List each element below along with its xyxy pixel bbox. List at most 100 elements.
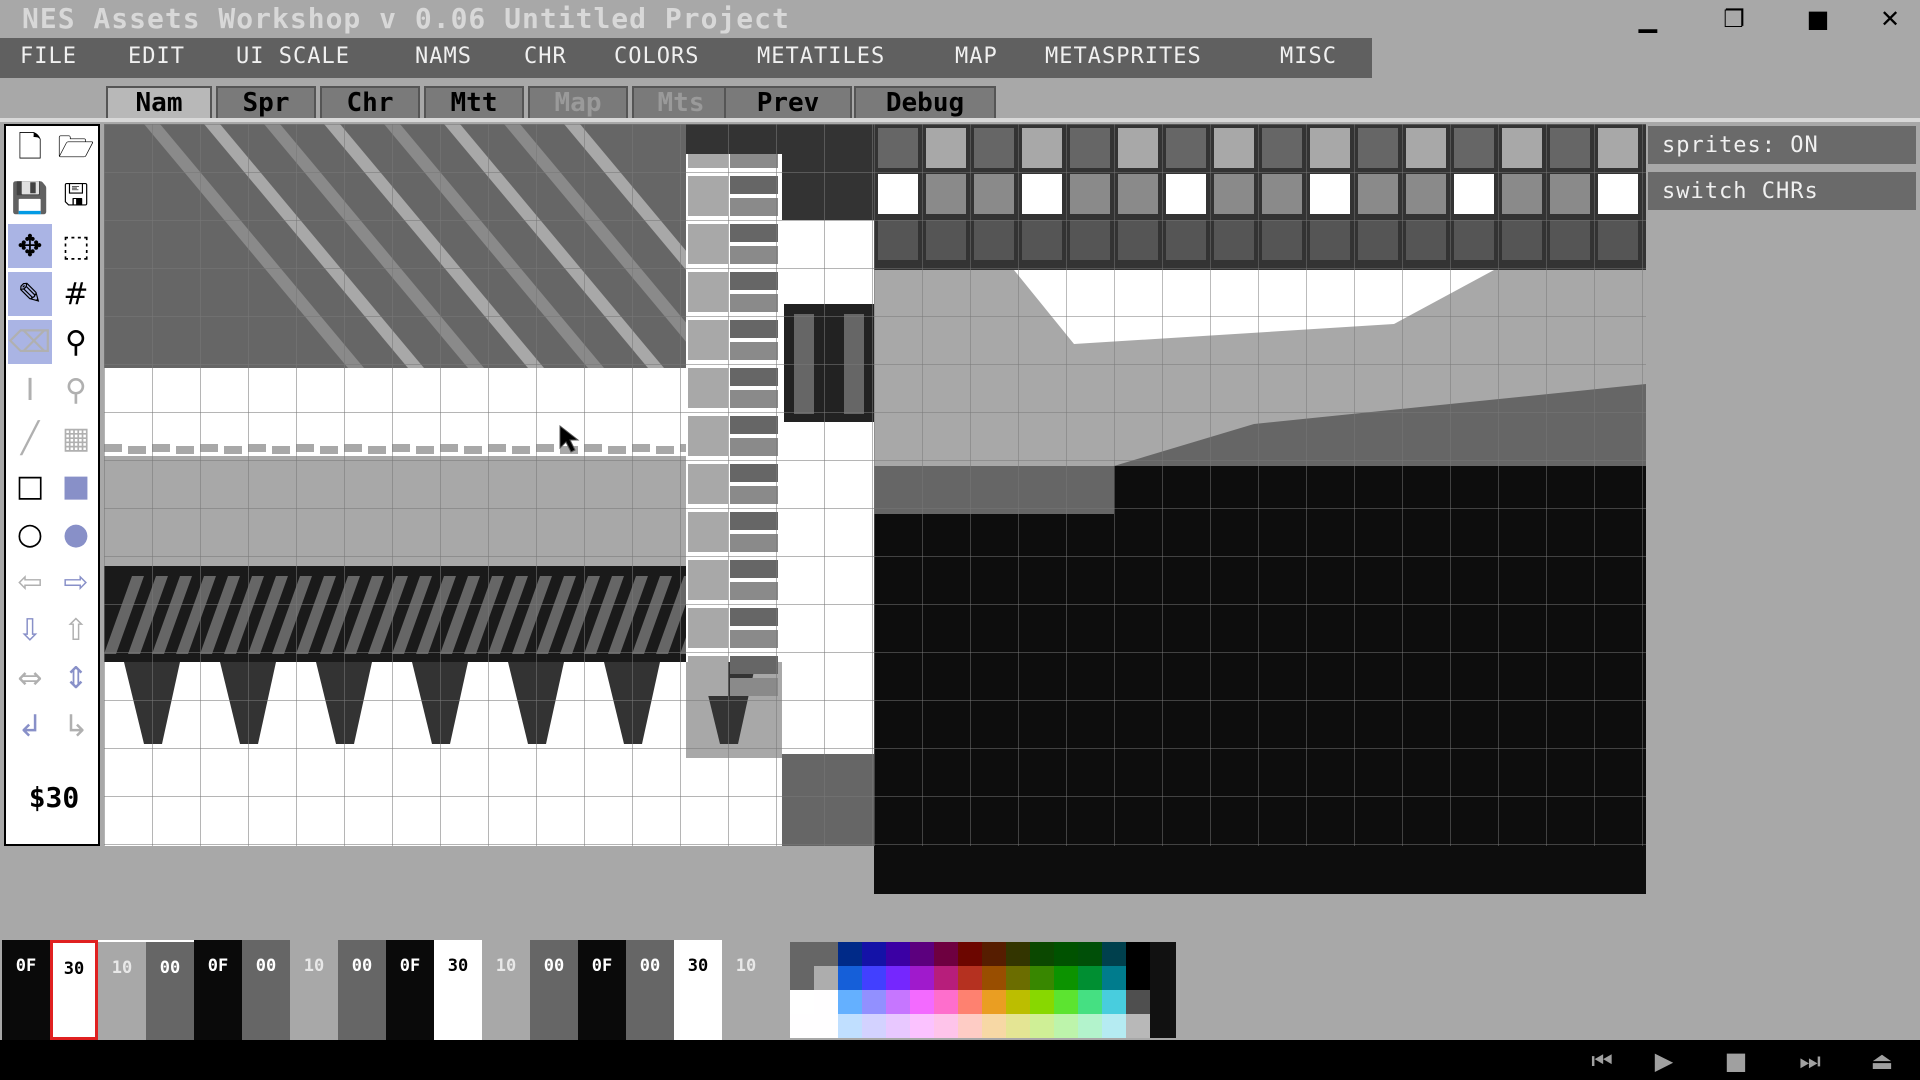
nes-color-cell [934, 942, 958, 966]
rect-outline-icon[interactable]: □ [8, 464, 52, 508]
palette-swatch[interactable]: 10 [290, 940, 338, 1040]
pencil-icon[interactable]: ✎ [8, 272, 52, 316]
stop-icon[interactable]: ■ [1718, 1046, 1754, 1076]
tile [1454, 220, 1494, 260]
select-rect-icon[interactable]: ⬚ [54, 224, 98, 268]
text-cursor-icon[interactable]: I [8, 368, 52, 412]
tile [926, 220, 966, 260]
skip-forward-icon[interactable]: ⏭ [1792, 1046, 1828, 1076]
rect-fill-icon[interactable]: ■ [54, 464, 98, 508]
palette-swatch[interactable]: 10 [482, 940, 530, 1040]
grid-icon[interactable]: # [54, 272, 98, 316]
zoom-icon[interactable]: ⚲ [54, 368, 98, 412]
tile [1262, 174, 1302, 214]
grid-line [1258, 124, 1259, 846]
tab-mtt[interactable]: Mtt [424, 86, 524, 118]
grid-line [1642, 124, 1643, 846]
arrow-right-icon[interactable]: ⇨ [54, 560, 98, 604]
restore-icon[interactable]: ❐ [1714, 4, 1754, 34]
tab-debug[interactable]: Debug [854, 86, 996, 118]
menu-file[interactable]: FILE [20, 44, 77, 69]
nes-color-cell [790, 1014, 814, 1038]
move-icon[interactable]: ✥ [8, 224, 52, 268]
palette-swatch[interactable]: 0F [194, 940, 242, 1040]
menu-metatiles[interactable]: METATILES [757, 44, 885, 69]
menu-edit[interactable]: EDIT [128, 44, 185, 69]
arrow-left-icon[interactable]: ⇦ [8, 560, 52, 604]
line-icon[interactable]: ╱ [8, 416, 52, 460]
nes-color-picker[interactable] [790, 942, 1176, 1038]
switch-chrs-button[interactable]: switch CHRs [1648, 172, 1916, 210]
eject-icon[interactable]: ⏏ [1864, 1046, 1900, 1076]
flip-horizontal-icon[interactable]: ⇔ [8, 656, 52, 700]
palette-swatch[interactable]: 10 [98, 940, 146, 1040]
minimize-icon[interactable]: ▁ [1628, 4, 1668, 34]
tile [1070, 220, 1110, 260]
pattern-icon[interactable]: ▦ [54, 416, 98, 460]
tile [1070, 128, 1110, 168]
menu-colors[interactable]: COLORS [614, 44, 699, 69]
palette-swatch[interactable]: 00 [530, 940, 578, 1040]
tool-panel: 🗋 🗁 💾 🖫 ✥ ⬚ ✎ # ⌫ ⚲ I ⚲ ╱ ▦ □ ■ ○ ● ⇦ ⇨ ⇩ ⇧ ⇔ ⇕ ↲ ↳ $30 [4, 124, 100, 846]
menu-chr[interactable]: CHR [524, 44, 567, 69]
maximize-icon[interactable]: ■ [1798, 4, 1838, 34]
nes-color-cell [814, 942, 838, 966]
rotate-ccw-icon[interactable]: ↲ [8, 704, 52, 748]
menu-map[interactable]: MAP [955, 44, 998, 69]
tab-prev[interactable]: Prev [724, 86, 852, 118]
tab-chr[interactable]: Chr [320, 86, 420, 118]
open-folder-icon[interactable]: 🗁 [54, 128, 98, 172]
nametable-canvas[interactable] [104, 124, 874, 846]
eraser-icon[interactable]: ⌫ [8, 320, 52, 364]
tab-map[interactable]: Map [528, 86, 628, 118]
menu-misc[interactable]: MISC [1280, 44, 1337, 69]
palette-swatch[interactable]: 00 [338, 940, 386, 1040]
brick [730, 464, 778, 482]
palette-swatch[interactable]: 30 [434, 940, 482, 1040]
brick [730, 390, 778, 408]
close-icon[interactable]: ✕ [1870, 4, 1910, 34]
grid-line [1066, 124, 1067, 846]
palette-swatch[interactable]: 00 [146, 940, 194, 1040]
grid-line [874, 316, 1646, 317]
grid-line [104, 844, 874, 845]
menu-metasprites[interactable]: METASPRITES [1045, 44, 1202, 69]
flip-vertical-icon[interactable]: ⇕ [54, 656, 98, 700]
skip-back-icon[interactable]: ⏮ [1584, 1046, 1620, 1076]
nes-color-cell [910, 966, 934, 990]
tile [878, 220, 918, 260]
palette-swatch[interactable]: 00 [626, 940, 674, 1040]
tile [1550, 128, 1590, 168]
play-icon[interactable]: ▶ [1646, 1046, 1682, 1076]
arrow-down-icon[interactable]: ⇩ [8, 608, 52, 652]
menu-ui-scale[interactable]: UI SCALE [236, 44, 350, 69]
palette-swatch[interactable]: 00 [242, 940, 290, 1040]
palette-swatch[interactable]: 0F [2, 940, 50, 1040]
nes-color-cell [862, 990, 886, 1014]
brick [730, 198, 778, 216]
tab-mts[interactable]: Mts [632, 86, 730, 118]
palette-swatch[interactable]: 30 [674, 940, 722, 1040]
rotate-cw-icon[interactable]: ↳ [54, 704, 98, 748]
tab-bar: Nam Spr Chr Mtt Map Mts Prev Debug [0, 78, 1920, 120]
grid-line [874, 268, 1646, 269]
circle-outline-icon[interactable]: ○ [8, 512, 52, 556]
tab-spr[interactable]: Spr [216, 86, 316, 118]
sprites-toggle-button[interactable]: sprites: ON [1648, 126, 1916, 164]
palette-swatch[interactable]: 0F [578, 940, 626, 1040]
save-as-icon[interactable]: 🖫 [54, 176, 98, 220]
snow-dash [296, 444, 314, 452]
menu-nams[interactable]: NAMS [415, 44, 472, 69]
palette-swatch[interactable]: 30 [50, 940, 98, 1040]
palette-swatch[interactable]: 10 [722, 940, 770, 1040]
new-file-icon[interactable]: 🗋 [8, 128, 52, 172]
eyedropper-icon[interactable]: ⚲ [54, 320, 98, 364]
nes-color-cell [886, 942, 910, 966]
nes-color-cell [910, 942, 934, 966]
palette-swatch[interactable]: 0F [386, 940, 434, 1040]
circle-fill-icon[interactable]: ● [54, 512, 98, 556]
tab-nam[interactable]: Nam [106, 86, 212, 118]
save-icon[interactable]: 💾 [8, 176, 52, 220]
chr-tileset-canvas[interactable] [874, 124, 1646, 894]
arrow-up-icon[interactable]: ⇧ [54, 608, 98, 652]
